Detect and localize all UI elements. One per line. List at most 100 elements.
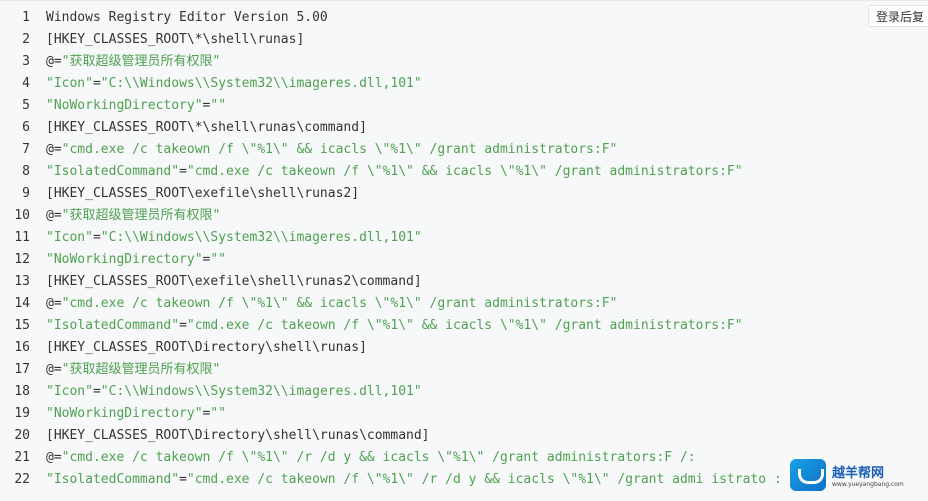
code-line: 21 @="cmd.exe /c takeown /f \"%1\" /r /d … [0, 447, 928, 469]
line-number: 20 [14, 428, 30, 443]
code-line: 19 "NoWorkingDirectory"="" [0, 403, 928, 425]
line-number: 8 [22, 164, 30, 179]
string-token: "cmd.exe /c takeown /f \"%1\" && icacls … [61, 296, 618, 311]
plain-token: = [92, 76, 101, 91]
plain-token: [HKEY_CLASSES_ROOT\*\shell\runas] [46, 32, 305, 47]
code-text: @="cmd.exe /c takeown /f \"%1\" && icacl… [46, 293, 617, 315]
line-number: 5 [22, 98, 30, 113]
line-number: 6 [22, 120, 30, 135]
code-text: "Icon"="C:\\Windows\\System32\\imageres.… [46, 73, 422, 95]
plain-token: @= [46, 296, 62, 311]
string-token: "cmd.exe /c takeown /f \"%1\" && icacls … [186, 164, 743, 179]
string-token: "Icon" [46, 76, 93, 91]
watermark-url: www.yueyangbang.com [832, 481, 904, 488]
string-token: "NoWorkingDirectory" [46, 252, 203, 267]
plain-token: [HKEY_CLASSES_ROOT\*\shell\runas\command… [46, 120, 367, 135]
code-line: 12 "NoWorkingDirectory"="" [0, 249, 928, 271]
code-text: [HKEY_CLASSES_ROOT\exefile\shell\runas2\… [46, 271, 422, 293]
line-number: 17 [14, 362, 30, 377]
string-token: "IsolatedCommand" [46, 472, 180, 487]
line-number: 4 [22, 76, 30, 91]
plain-token: Windows Registry Editor Version 5.00 [46, 10, 328, 25]
code-text: @="cmd.exe /c takeown /f \"%1\" /r /d y … [46, 447, 696, 469]
code-text: @="获取超级管理员所有权限" [46, 51, 220, 73]
code-line: 6 [HKEY_CLASSES_ROOT\*\shell\runas\comman… [0, 117, 928, 139]
code-line: 18 "Icon"="C:\\Windows\\System32\\imagere… [0, 381, 928, 403]
code-line: 11 "Icon"="C:\\Windows\\System32\\imagere… [0, 227, 928, 249]
code-text: @="cmd.exe /c takeown /f \"%1\" && icacl… [46, 139, 617, 161]
code-line: 1 Windows Registry Editor Version 5.00 [0, 7, 928, 29]
plain-token: @= [46, 54, 62, 69]
code-line: 4 "Icon"="C:\\Windows\\System32\\imageres… [0, 73, 928, 95]
line-number: 22 [14, 472, 30, 487]
string-token: "cmd.exe /c takeown /f \"%1\" /r /d y &&… [61, 450, 696, 465]
line-number: 1 [22, 10, 30, 25]
plain-token: @= [46, 142, 62, 157]
plain-token: = [179, 164, 187, 179]
code-text: "Icon"="C:\\Windows\\System32\\imageres.… [46, 381, 422, 403]
code-text: @="获取超级管理员所有权限" [46, 359, 220, 381]
code-text: "NoWorkingDirectory"="" [46, 249, 226, 271]
plain-token: [HKEY_CLASSES_ROOT\Directory\shell\runas… [46, 428, 430, 443]
string-token: "IsolatedCommand" [46, 164, 180, 179]
string-token: "Icon" [46, 230, 93, 245]
code-line: 5 "NoWorkingDirectory"="" [0, 95, 928, 117]
watermark-logo-icon [790, 459, 826, 491]
line-number: 9 [22, 186, 30, 201]
code-text: "IsolatedCommand"="cmd.exe /c takeown /f… [46, 161, 743, 183]
code-text: "NoWorkingDirectory"="" [46, 95, 226, 117]
string-token: "" [210, 252, 227, 267]
code-line: 9 [HKEY_CLASSES_ROOT\exefile\shell\runas2… [0, 183, 928, 205]
code-text: [HKEY_CLASSES_ROOT\Directory\shell\runas… [46, 337, 367, 359]
line-number: 14 [14, 296, 30, 311]
string-token: "IsolatedCommand" [46, 318, 180, 333]
code-text: "Icon"="C:\\Windows\\System32\\imageres.… [46, 227, 422, 249]
plain-token: [HKEY_CLASSES_ROOT\exefile\shell\runas2] [46, 186, 360, 201]
line-number: 15 [14, 318, 30, 333]
code-text: @="获取超级管理员所有权限" [46, 205, 220, 227]
plain-token: = [179, 318, 187, 333]
plain-token: @= [46, 362, 62, 377]
string-token: "获取超级管理员所有权限" [61, 54, 221, 69]
code-text: Windows Registry Editor Version 5.00 [46, 7, 328, 29]
line-number: 21 [14, 450, 30, 465]
code-text: "IsolatedCommand"="cmd.exe /c takeown /f… [46, 469, 782, 491]
line-number: 10 [14, 208, 30, 223]
line-number: 19 [14, 406, 30, 421]
code-line: 13 [HKEY_CLASSES_ROOT\exefile\shell\runas… [0, 271, 928, 293]
string-token: "" [210, 98, 227, 113]
code-text: [HKEY_CLASSES_ROOT\*\shell\runas] [46, 29, 304, 51]
line-number: 7 [22, 142, 30, 157]
plain-token: = [92, 230, 101, 245]
code-text: "IsolatedCommand"="cmd.exe /c takeown /f… [46, 315, 743, 337]
plain-token: [HKEY_CLASSES_ROOT\exefile\shell\runas2\… [46, 274, 422, 289]
login-copy-button[interactable]: 登录后复 [867, 5, 928, 27]
code-line: 16 [HKEY_CLASSES_ROOT\Directory\shell\run… [0, 337, 928, 359]
string-token: "C:\\Windows\\System32\\imageres.dll,101… [100, 384, 422, 399]
line-number: 11 [14, 230, 30, 245]
watermark-title: 越羊帮网 [832, 466, 885, 481]
site-watermark: 越羊帮网 www.yueyangbang.com [790, 455, 910, 495]
string-token: "Icon" [46, 384, 93, 399]
code-line: 10 @="获取超级管理员所有权限" [0, 205, 928, 227]
code-line: 17 @="获取超级管理员所有权限" [0, 359, 928, 381]
line-number: 13 [14, 274, 30, 289]
line-number: 3 [22, 54, 30, 69]
code-text: [HKEY_CLASSES_ROOT\Directory\shell\runas… [46, 425, 430, 447]
code-line: 14 @="cmd.exe /c takeown /f \"%1\" && ica… [0, 293, 928, 315]
string-token: "cmd.exe /c takeown /f \"%1\" && icacls … [186, 318, 743, 333]
string-token: "C:\\Windows\\System32\\imageres.dll,101… [100, 76, 422, 91]
code-text: [HKEY_CLASSES_ROOT\exefile\shell\runas2] [46, 183, 359, 205]
code-text: [HKEY_CLASSES_ROOT\*\shell\runas\command… [46, 117, 367, 139]
plain-token: = [179, 472, 187, 487]
code-block: 1 Windows Registry Editor Version 5.00 2 [H… [0, 0, 928, 501]
watermark-text: 越羊帮网 www.yueyangbang.com [832, 462, 904, 488]
code-line: 8 "IsolatedCommand"="cmd.exe /c takeown /… [0, 161, 928, 183]
string-token: "cmd.exe /c takeown /f \"%1\" /r /d y &&… [186, 472, 782, 487]
line-number: 18 [14, 384, 30, 399]
string-token: "" [210, 406, 227, 421]
code-line: 15 "IsolatedCommand"="cmd.exe /c takeown … [0, 315, 928, 337]
code-line: 2 [HKEY_CLASSES_ROOT\*\shell\runas] [0, 29, 928, 51]
line-number: 16 [14, 340, 30, 355]
string-token: "C:\\Windows\\System32\\imageres.dll,101… [100, 230, 422, 245]
